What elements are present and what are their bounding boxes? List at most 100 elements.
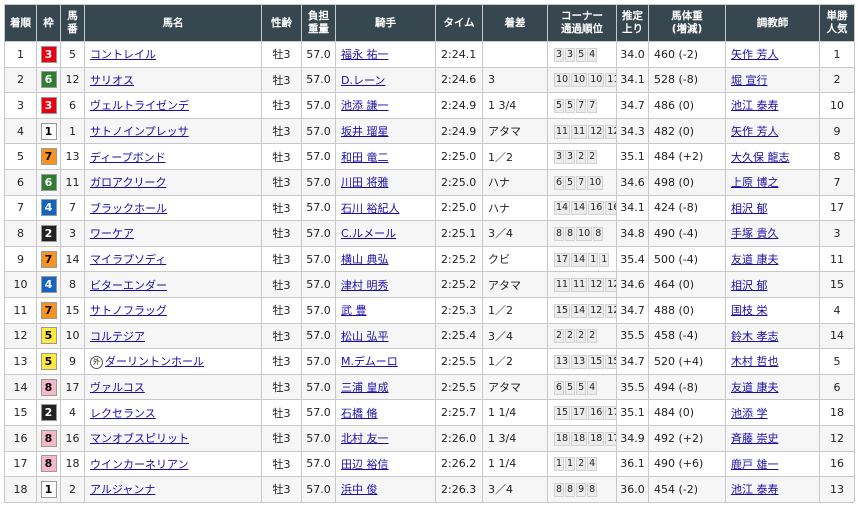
corner-position: 5 <box>576 47 587 62</box>
jockey-cell: 石橋 脩 <box>335 399 436 426</box>
horse-name-link[interactable]: サトノフラッグ <box>90 304 167 317</box>
horse-name-link[interactable]: コルテジア <box>90 330 145 343</box>
jockey-link[interactable]: 三浦 皇成 <box>341 381 389 394</box>
sex-age-cell: 牡3 <box>261 143 302 170</box>
umaban-cell: 14 <box>60 245 85 273</box>
horse-name-link[interactable]: ディープボンド <box>90 151 166 164</box>
trainer-link[interactable]: 池江 泰寿 <box>731 99 779 112</box>
jockey-link[interactable]: 川田 将雅 <box>341 176 389 189</box>
trainer-link[interactable]: 相沢 郁 <box>731 202 768 215</box>
trainer-link[interactable]: 鈴木 孝志 <box>731 330 779 343</box>
time-cell: 2:25.2 <box>435 271 483 298</box>
popularity-cell: 14 <box>819 322 855 350</box>
weight-cell: 57.0 <box>301 476 336 503</box>
corner-position: 16 <box>605 201 616 216</box>
horse-name-cell: マイラプソディ <box>84 245 262 273</box>
jockey-link[interactable]: 北村 友一 <box>341 432 389 445</box>
horse-name-link[interactable]: ブラックホール <box>90 202 167 215</box>
trainer-link[interactable]: 上原 博之 <box>731 176 779 189</box>
horse-name-link[interactable]: ビターエンダー <box>90 279 167 292</box>
horse-name-link[interactable]: マイラプソディ <box>90 253 166 266</box>
jockey-link[interactable]: D.レーン <box>341 74 385 87</box>
trainer-cell: 上原 博之 <box>725 168 820 196</box>
corner-position: 1 <box>599 252 610 267</box>
trainer-link[interactable]: 池添 学 <box>731 407 768 420</box>
trainer-link[interactable]: 池江 泰寿 <box>731 483 779 496</box>
waku-cell: 1 <box>36 476 61 503</box>
trainer-link[interactable]: 堀 宣行 <box>731 74 768 87</box>
jockey-link[interactable]: 和田 竜二 <box>341 151 389 164</box>
trainer-link[interactable]: 木村 哲也 <box>731 355 779 368</box>
waku-badge: 6 <box>40 71 57 89</box>
jockey-link[interactable]: 池添 謙一 <box>341 99 389 112</box>
trainer-link[interactable]: 国枝 栄 <box>731 304 768 317</box>
trainer-cell: 木村 哲也 <box>725 348 820 375</box>
trainer-link[interactable]: 相沢 郁 <box>731 279 768 292</box>
jockey-link[interactable]: 石川 裕紀人 <box>341 202 400 215</box>
trainer-link[interactable]: 鹿戸 雄一 <box>731 458 779 471</box>
trainer-link[interactable]: 手塚 貴久 <box>731 227 779 240</box>
corner-position: 11 <box>571 124 588 139</box>
jockey-link[interactable]: 福永 祐一 <box>341 48 389 61</box>
corner-position: 14 <box>571 303 588 318</box>
jockey-link[interactable]: 松山 弘平 <box>341 330 389 343</box>
weight-cell: 57.0 <box>301 66 336 94</box>
horse-name-link[interactable]: ガロアクリーク <box>90 176 166 189</box>
jockey-link[interactable]: 武 豊 <box>341 304 367 317</box>
trainer-link[interactable]: 友道 康夫 <box>731 253 779 266</box>
horse-name-link[interactable]: ヴァルコス <box>90 381 145 394</box>
horse-name-link[interactable]: ワーケア <box>90 227 134 240</box>
horse-name-link[interactable]: サリオス <box>90 74 134 87</box>
popularity-cell: 17 <box>819 194 855 222</box>
last3f-cell: 34.3 <box>616 117 649 145</box>
margin-cell: ハナ <box>482 168 548 196</box>
horse-name-link[interactable]: ヴェルトライゼンデ <box>90 99 189 112</box>
waku-cell: 8 <box>36 373 61 401</box>
jockey-link[interactable]: 田辺 裕信 <box>341 458 389 471</box>
jockey-cell: 三浦 皇成 <box>335 373 436 401</box>
trainer-link[interactable]: 友道 康夫 <box>731 381 779 394</box>
jockey-link[interactable]: 石橋 脩 <box>341 407 378 420</box>
corner-cell: 3322 <box>547 143 617 170</box>
table-row: 18 1 2 アルジャンナ 牡3 57.0 浜中 俊 2:26.3 3／4 8 8 9 8 36.0 454… <box>4 476 855 503</box>
jockey-link[interactable]: 横山 典弘 <box>341 253 389 266</box>
rank-cell: 15 <box>4 399 37 426</box>
jockey-link[interactable]: C.ルメール <box>341 227 396 240</box>
corner-position: 12 <box>605 124 616 139</box>
horse-name-link[interactable]: マンオブスピリット <box>90 432 189 445</box>
weight-cell: 57.0 <box>301 194 336 222</box>
trainer-link[interactable]: 大久保 龍志 <box>731 151 790 164</box>
corner-position: 7 <box>576 98 587 113</box>
horse-name-link[interactable]: ウインカーネリアン <box>90 458 189 471</box>
margin-cell: 1 1/4 <box>482 399 548 426</box>
rank-cell: 7 <box>4 194 37 222</box>
trainer-cell: 国枝 栄 <box>725 296 820 324</box>
trainer-link[interactable]: 矢作 芳人 <box>731 125 779 138</box>
corner-position: 1 <box>554 457 565 472</box>
rank-cell: 12 <box>4 322 37 350</box>
corner-position: 10 <box>588 73 605 88</box>
sex-age-cell: 牡3 <box>261 373 302 401</box>
waku-badge: 1 <box>40 480 57 498</box>
horse-name-link[interactable]: サトノインプレッサ <box>90 125 189 138</box>
time-cell: 2:25.0 <box>435 143 483 170</box>
corner-cell: 3354 <box>547 41 617 68</box>
sex-age-cell: 牡3 <box>261 322 302 350</box>
jockey-link[interactable]: 浜中 俊 <box>341 483 378 496</box>
rank-cell: 13 <box>4 348 37 375</box>
jockey-cell: 川田 将雅 <box>335 168 436 196</box>
horse-name-link[interactable]: コントレイル <box>90 48 156 61</box>
waku-badge: 4 <box>40 276 57 294</box>
jockey-link[interactable]: M.デムーロ <box>341 355 398 368</box>
jockey-link[interactable]: 坂井 瑠星 <box>341 125 389 138</box>
horse-name-link[interactable]: アルジャンナ <box>90 483 155 496</box>
margin-cell: 1 1/4 <box>482 450 548 478</box>
jockey-link[interactable]: 津村 明秀 <box>341 279 389 292</box>
corner-cell: 13131515 <box>547 348 617 375</box>
horse-name-link[interactable]: レクセランス <box>90 407 156 420</box>
trainer-link[interactable]: 矢作 芳人 <box>731 48 779 61</box>
waku-cell: 6 <box>36 66 61 94</box>
trainer-link[interactable]: 斉藤 崇史 <box>731 432 779 445</box>
weight-cell: 57.0 <box>301 348 336 375</box>
horse-name-link[interactable]: ダーリントンホール <box>105 355 204 368</box>
